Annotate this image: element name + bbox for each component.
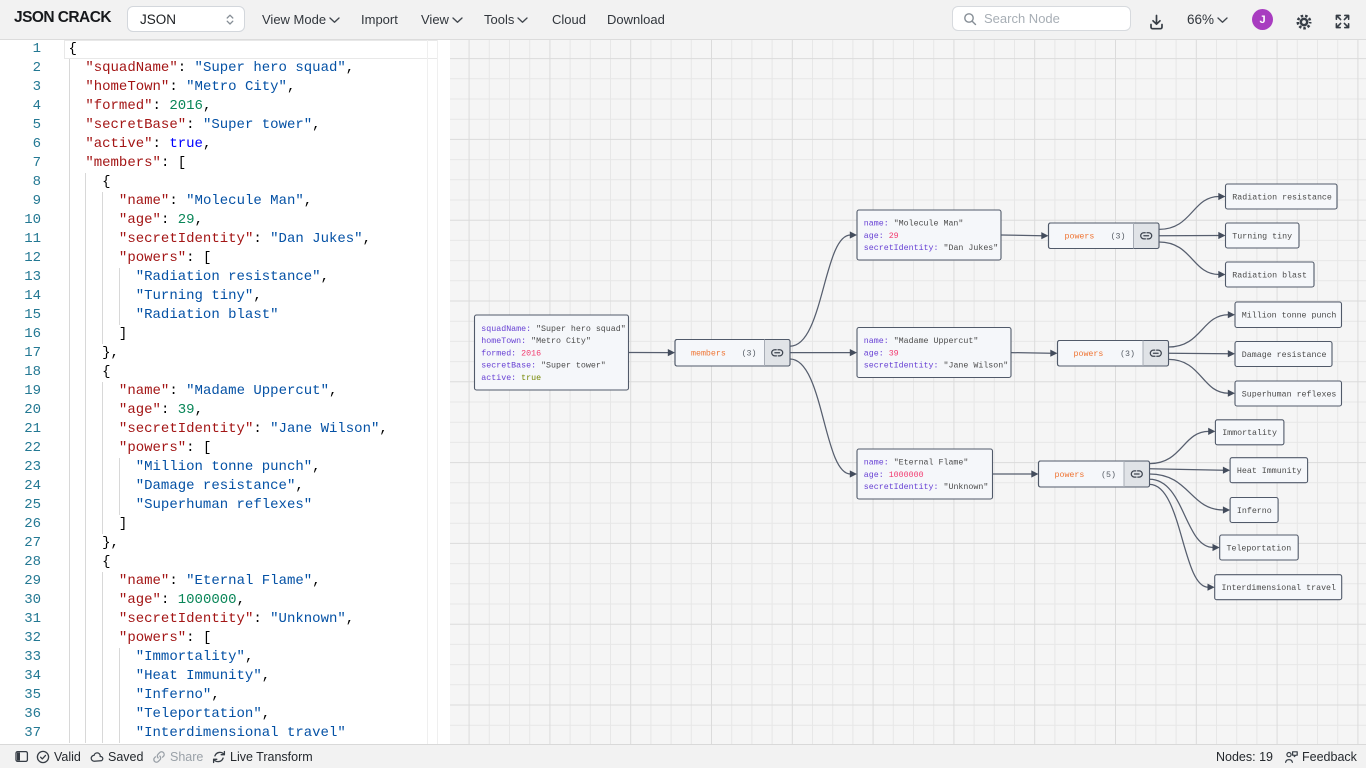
svg-text:secretIdentity: "Unknown": secretIdentity: "Unknown" — [864, 482, 989, 492]
svg-text:(3): (3) — [1120, 349, 1135, 359]
svg-text:Interdimensional travel: Interdimensional travel — [1222, 583, 1337, 593]
svg-text:powers: powers — [1055, 471, 1085, 480]
svg-text:age: 1000000: age: 1000000 — [864, 471, 924, 480]
svg-text:Damage resistance: Damage resistance — [1242, 350, 1327, 360]
svg-text:name: "Molecule Man": name: "Molecule Man" — [864, 219, 964, 229]
svg-text:age: 39: age: 39 — [864, 349, 899, 358]
svg-text:powers: powers — [1065, 233, 1095, 242]
svg-text:Turning tiny: Turning tiny — [1232, 231, 1292, 241]
svg-text:(3): (3) — [742, 349, 757, 359]
svg-text:squadName: "Super hero squad": squadName: "Super hero squad" — [481, 324, 625, 334]
svg-text:secretIdentity: "Dan Jukes": secretIdentity: "Dan Jukes" — [864, 243, 998, 253]
svg-text:active: true: active: true — [481, 373, 541, 383]
svg-text:(3): (3) — [1111, 232, 1126, 242]
svg-text:members: members — [691, 349, 726, 359]
svg-text:age: 29: age: 29 — [864, 232, 899, 241]
svg-text:Radiation resistance: Radiation resistance — [1232, 192, 1332, 202]
svg-text:powers: powers — [1074, 350, 1104, 359]
svg-text:Inferno: Inferno — [1237, 506, 1272, 516]
svg-text:secretBase: "Super tower": secretBase: "Super tower" — [481, 361, 606, 371]
svg-text:Million tonne punch: Million tonne punch — [1242, 311, 1337, 321]
svg-text:Radiation blast: Radiation blast — [1232, 270, 1307, 280]
svg-text:Immortality: Immortality — [1222, 428, 1277, 438]
svg-text:Superhuman reflexes: Superhuman reflexes — [1242, 389, 1337, 399]
svg-text:(5): (5) — [1101, 470, 1116, 480]
svg-text:name: "Madame Uppercut": name: "Madame Uppercut" — [864, 336, 979, 346]
svg-text:homeTown: "Metro City": homeTown: "Metro City" — [481, 336, 591, 346]
svg-text:secretIdentity: "Jane Wilson": secretIdentity: "Jane Wilson" — [864, 361, 1008, 371]
svg-text:Teleportation: Teleportation — [1227, 543, 1292, 553]
svg-text:name: "Eternal Flame": name: "Eternal Flame" — [864, 458, 969, 468]
svg-text:Heat Immunity: Heat Immunity — [1237, 466, 1302, 476]
svg-text:formed: 2016: formed: 2016 — [481, 348, 541, 358]
